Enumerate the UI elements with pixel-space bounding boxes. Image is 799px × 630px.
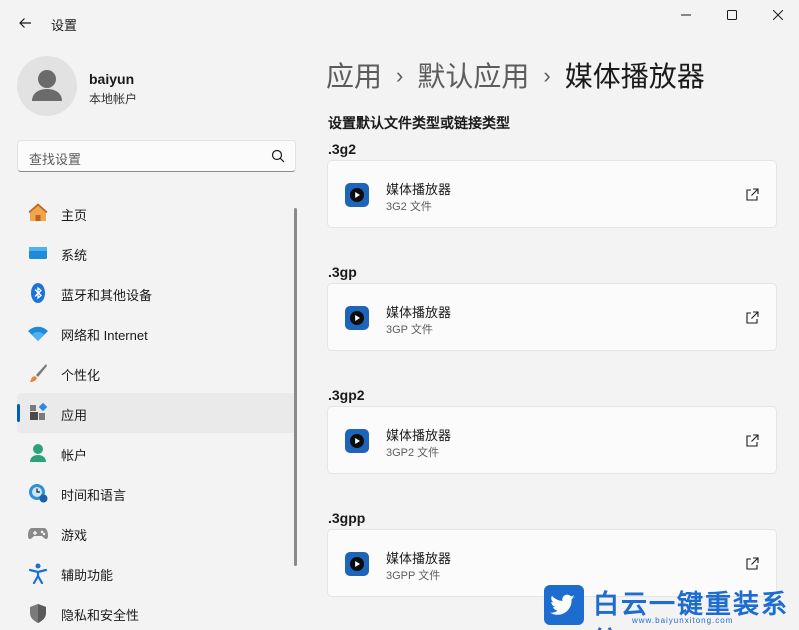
sidebar-item-label: 个性化 bbox=[61, 368, 101, 383]
gamepad-icon bbox=[27, 522, 49, 544]
minimize-icon bbox=[681, 14, 691, 16]
extension-label: .3g2 bbox=[328, 141, 357, 157]
twitter-bird-logo-icon bbox=[544, 585, 584, 625]
sidebar-item-label: 网络和 Internet bbox=[61, 328, 148, 343]
account-icon bbox=[27, 442, 49, 464]
file-type-description: 3GPP 文件 bbox=[386, 570, 441, 582]
shield-icon bbox=[27, 602, 49, 624]
association-card[interactable]: 媒体播放器 3GP2 文件 bbox=[327, 406, 777, 474]
search-input[interactable]: 查找设置 bbox=[17, 140, 296, 172]
open-external-icon[interactable] bbox=[745, 311, 759, 325]
user-name: baiyun bbox=[89, 71, 135, 87]
media-player-icon bbox=[345, 306, 369, 330]
sidebar-item-personalization[interactable]: 个性化 bbox=[17, 353, 296, 393]
section-title: 设置默认文件类型或链接类型 bbox=[328, 115, 510, 131]
minimize-button[interactable] bbox=[663, 0, 709, 30]
app-title: 设置 bbox=[51, 18, 78, 33]
sidebar-item-home[interactable]: 主页 bbox=[17, 193, 296, 233]
app-name: 媒体播放器 bbox=[386, 551, 452, 566]
sidebar-item-label: 辅助功能 bbox=[61, 568, 114, 583]
page-title: 媒体播放器 bbox=[564, 61, 705, 92]
sidebar-item-network[interactable]: 网络和 Internet bbox=[17, 313, 296, 353]
brush-icon bbox=[27, 362, 49, 384]
sidebar-item-apps[interactable]: 应用 bbox=[17, 393, 296, 433]
search-icon[interactable] bbox=[271, 149, 285, 163]
open-external-icon[interactable] bbox=[745, 557, 759, 571]
sidebar-item-bluetooth[interactable]: 蓝牙和其他设备 bbox=[17, 273, 296, 313]
media-player-icon bbox=[345, 552, 369, 576]
sidebar-item-label: 帐户 bbox=[61, 448, 88, 463]
sidebar-item-system[interactable]: 系统 bbox=[17, 233, 296, 273]
file-type-description: 3GP2 文件 bbox=[386, 447, 440, 459]
sidebar-item-label: 蓝牙和其他设备 bbox=[61, 288, 153, 303]
media-player-icon bbox=[345, 429, 369, 453]
close-button[interactable] bbox=[755, 0, 799, 30]
media-player-icon bbox=[345, 183, 369, 207]
sidebar-scrollbar[interactable] bbox=[294, 208, 297, 566]
app-name: 媒体播放器 bbox=[386, 305, 452, 320]
sidebar-item-label: 时间和语言 bbox=[61, 488, 127, 503]
home-icon bbox=[27, 202, 49, 224]
title-bar: 设置 bbox=[0, 0, 799, 46]
sidebar-item-accounts[interactable]: 帐户 bbox=[17, 433, 296, 473]
sidebar-item-label: 游戏 bbox=[61, 528, 88, 543]
back-button[interactable] bbox=[12, 10, 38, 36]
sidebar-item-label: 主页 bbox=[61, 208, 88, 223]
file-type-description: 3GP 文件 bbox=[386, 324, 433, 336]
breadcrumb: 应用 › 默认应用 › 媒体播放器 bbox=[326, 55, 705, 95]
open-external-icon[interactable] bbox=[745, 434, 759, 448]
extension-label: .3gp2 bbox=[328, 387, 365, 403]
sidebar-nav: 主页 系统 蓝牙和其他设备 网络和 Internet 个性化 应用 帐户 时间和… bbox=[17, 193, 296, 630]
maximize-icon bbox=[727, 10, 737, 20]
watermark-url: www.baiyunxitong.com bbox=[632, 616, 734, 625]
association-card[interactable]: 媒体播放器 3GP 文件 bbox=[327, 283, 777, 351]
wifi-icon bbox=[27, 322, 49, 344]
close-icon bbox=[773, 10, 783, 20]
accessibility-icon bbox=[27, 562, 49, 584]
time-language-icon bbox=[27, 482, 49, 504]
breadcrumb-apps[interactable]: 应用 bbox=[326, 61, 382, 92]
breadcrumb-default-apps[interactable]: 默认应用 bbox=[417, 61, 529, 92]
breadcrumb-separator: › bbox=[543, 63, 551, 88]
extension-label: .3gpp bbox=[328, 510, 366, 526]
app-name: 媒体播放器 bbox=[386, 428, 452, 443]
avatar[interactable] bbox=[17, 56, 77, 116]
user-icon bbox=[32, 70, 62, 101]
association-card[interactable]: 媒体播放器 3G2 文件 bbox=[327, 160, 777, 228]
sidebar-item-accessibility[interactable]: 辅助功能 bbox=[17, 553, 296, 593]
apps-icon bbox=[27, 402, 49, 424]
bluetooth-icon bbox=[27, 282, 49, 304]
app-name: 媒体播放器 bbox=[386, 182, 452, 197]
sidebar-item-label: 应用 bbox=[61, 408, 88, 423]
breadcrumb-separator: › bbox=[396, 63, 404, 88]
sidebar-item-label: 系统 bbox=[61, 248, 88, 263]
watermark: 白云一键重装系统 www.baiyunxitong.com bbox=[540, 580, 799, 630]
maximize-button[interactable] bbox=[709, 0, 755, 30]
sidebar-item-time-language[interactable]: 时间和语言 bbox=[17, 473, 296, 513]
sidebar-item-privacy[interactable]: 隐私和安全性 bbox=[17, 593, 296, 630]
system-icon bbox=[27, 242, 49, 264]
back-arrow-icon bbox=[19, 18, 31, 28]
sidebar-item-label: 隐私和安全性 bbox=[61, 608, 140, 623]
search-placeholder: 查找设置 bbox=[29, 152, 82, 167]
extension-label: .3gp bbox=[328, 264, 357, 280]
selection-indicator bbox=[17, 404, 20, 422]
open-external-icon[interactable] bbox=[745, 188, 759, 202]
account-type: 本地帐户 bbox=[89, 92, 138, 106]
file-type-description: 3G2 文件 bbox=[386, 201, 432, 213]
sidebar-item-gaming[interactable]: 游戏 bbox=[17, 513, 296, 553]
